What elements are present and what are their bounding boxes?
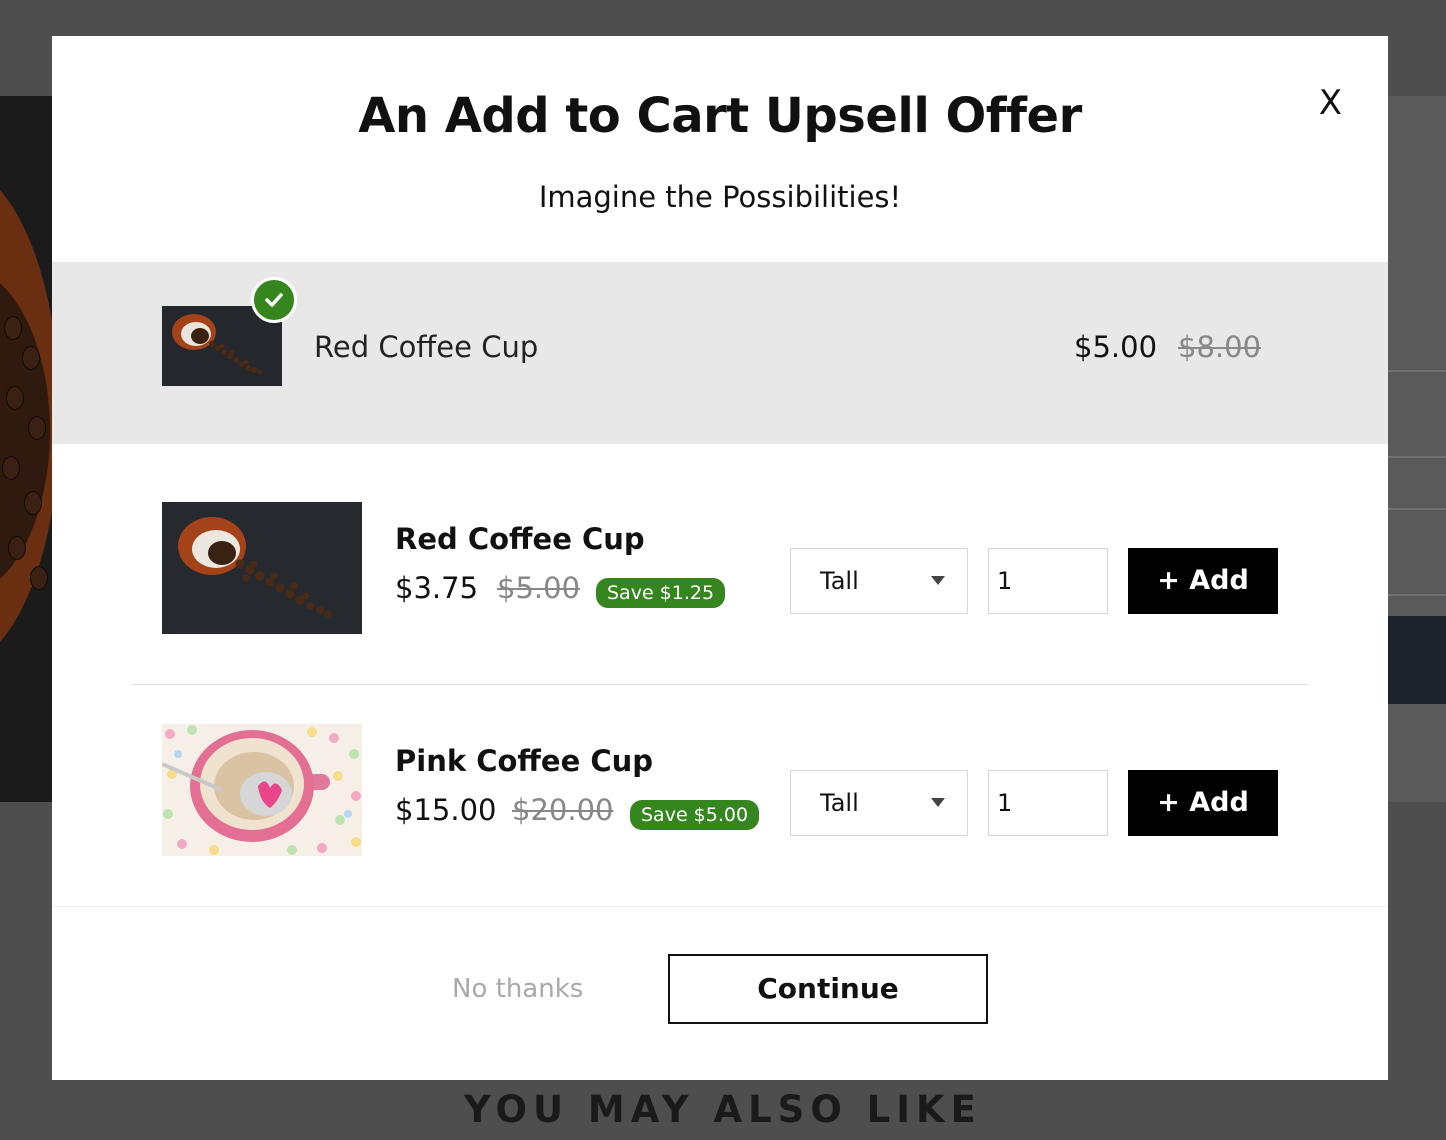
- add-button[interactable]: + Add: [1128, 770, 1278, 836]
- size-select-value: Tall: [820, 567, 859, 595]
- upsell-modal: X An Add to Cart Upsell Offer Imagine th…: [52, 36, 1388, 1080]
- offer-item: Red Coffee Cup $3.75 $5.00 Save $1.25 Ta…: [162, 502, 1288, 634]
- savings-badge: Save $5.00: [630, 800, 760, 830]
- offer-original-price: $20.00: [512, 793, 614, 827]
- footer-divider: [52, 906, 1388, 907]
- offer-original-price: $5.00: [497, 571, 581, 605]
- size-select[interactable]: Tall: [790, 770, 968, 836]
- offer-name: Pink Coffee Cup: [395, 744, 654, 778]
- modal-title: An Add to Cart Upsell Offer: [358, 88, 1082, 144]
- quantity-input[interactable]: [988, 770, 1108, 836]
- you-may-also-like-heading: YOU MAY ALSO LIKE: [464, 1088, 982, 1131]
- add-button[interactable]: + Add: [1128, 548, 1278, 614]
- chevron-down-icon: [931, 798, 945, 807]
- offer-price: $15.00: [395, 793, 497, 827]
- added-item-original-price: $8.00: [1178, 330, 1262, 364]
- offer-divider: [132, 684, 1308, 685]
- added-item-name: Red Coffee Cup: [314, 330, 539, 364]
- background-divider: [1388, 370, 1446, 372]
- added-item-price: $5.00: [1074, 330, 1158, 364]
- pink-coffee-cup-image: [162, 724, 362, 856]
- red-coffee-cup-image: [162, 502, 362, 634]
- offer-name: Red Coffee Cup: [395, 522, 645, 556]
- continue-button[interactable]: Continue: [668, 954, 988, 1024]
- background-divider: [1388, 508, 1446, 510]
- check-icon: [251, 277, 297, 323]
- size-select-value: Tall: [820, 789, 859, 817]
- no-thanks-link[interactable]: No thanks: [452, 974, 583, 1004]
- quantity-input[interactable]: [988, 548, 1108, 614]
- savings-badge: Save $1.25: [596, 578, 726, 608]
- offer-item: Pink Coffee Cup $15.00 $20.00 Save $5.00…: [162, 724, 1288, 856]
- background-divider: [1388, 456, 1446, 458]
- background-button: [1388, 616, 1446, 704]
- modal-subtitle: Imagine the Possibilities!: [538, 180, 902, 214]
- background-product-photo: [0, 96, 52, 802]
- chevron-down-icon: [931, 576, 945, 585]
- offer-price: $3.75: [395, 571, 479, 605]
- background-divider: [1388, 594, 1446, 596]
- added-item-row: Red Coffee Cup $5.00 $8.00: [52, 262, 1388, 444]
- size-select[interactable]: Tall: [790, 548, 968, 614]
